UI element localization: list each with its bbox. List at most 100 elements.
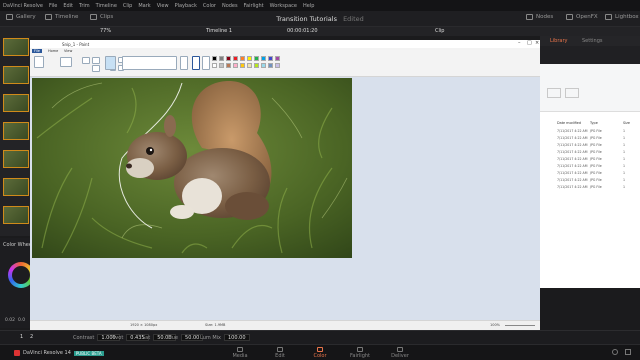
nodes-button[interactable]: Nodes <box>526 14 553 20</box>
column-size[interactable]: Size <box>623 121 630 125</box>
paint-tab-home[interactable]: Home <box>48 49 58 53</box>
menu-timeline[interactable]: Timeline <box>96 3 117 9</box>
palette-swatch[interactable] <box>226 56 231 61</box>
palette-swatch[interactable] <box>275 63 280 68</box>
page-tab-color[interactable]: Color <box>305 347 335 359</box>
palette-swatch[interactable] <box>254 56 259 61</box>
screen: DaVinci Resolve File Edit Trim Timeline … <box>0 0 640 360</box>
menu-playback[interactable]: Playback <box>175 3 197 9</box>
openfx-button[interactable]: OpenFX <box>566 14 598 20</box>
shapes-gallery[interactable] <box>122 56 177 70</box>
menu-clip[interactable]: Clip <box>123 3 132 9</box>
lummix-field[interactable]: 100.00 <box>224 334 250 341</box>
file-row[interactable]: 7/11/2017 4:22 AM JPG File 1 <box>557 129 637 135</box>
color1-swatch[interactable] <box>192 56 200 70</box>
clip-thumbnail[interactable] <box>3 94 29 112</box>
color2-swatch[interactable] <box>202 56 210 70</box>
file-row[interactable]: 7/11/2017 4:22 AM JPG File 1 <box>557 136 637 142</box>
file-row[interactable]: 7/11/2017 4:22 AM JPG File 1 <box>557 185 637 191</box>
lummix-label: Lum Mix <box>200 334 221 341</box>
menu-help[interactable]: Help <box>303 3 314 9</box>
file-type: JPG File <box>590 171 602 175</box>
file-row[interactable]: 7/11/2017 4:22 AM JPG File 1 <box>557 164 637 170</box>
squirrel-photo <box>32 78 352 258</box>
tab-settings[interactable]: Settings <box>582 38 603 44</box>
canvas-image-squirrel[interactable] <box>32 78 352 258</box>
home-icon[interactable] <box>612 349 618 355</box>
maximize-icon[interactable]: □ <box>527 40 532 46</box>
clip-thumbnail[interactable] <box>3 66 29 84</box>
resize-icon[interactable] <box>92 57 100 64</box>
palette-swatch[interactable] <box>240 56 245 61</box>
palette-swatch[interactable] <box>240 63 245 68</box>
palette-swatch[interactable] <box>275 56 280 61</box>
clip-thumbnail[interactable] <box>3 206 29 224</box>
palette-swatch[interactable] <box>212 56 217 61</box>
palette-swatch[interactable] <box>261 63 266 68</box>
paste-icon[interactable] <box>34 56 44 68</box>
select-icon[interactable] <box>60 57 72 67</box>
timeline-name[interactable]: Timeline 1 <box>206 28 232 34</box>
palette-swatch[interactable] <box>226 63 231 68</box>
rotate-icon[interactable] <box>92 65 100 72</box>
file-row[interactable]: 7/11/2017 4:22 AM JPG File 1 <box>557 150 637 156</box>
menu-workspace[interactable]: Workspace <box>270 3 297 9</box>
clip-dropdown[interactable]: Clip <box>435 28 444 34</box>
menu-file[interactable]: File <box>49 3 57 9</box>
menu-trim[interactable]: Trim <box>79 3 90 9</box>
close-icon[interactable]: × <box>535 40 539 46</box>
page-button-1[interactable]: 1 <box>20 334 23 340</box>
paint-file-menu[interactable]: File <box>32 49 42 53</box>
minimize-icon[interactable]: – <box>518 40 521 46</box>
page-tab-edit[interactable]: Edit <box>265 347 295 359</box>
crop-icon[interactable] <box>82 57 90 64</box>
palette-swatch[interactable] <box>247 56 252 61</box>
size-icon[interactable] <box>180 56 188 70</box>
menu-fairlight[interactable]: Fairlight <box>244 3 264 9</box>
palette-swatch[interactable] <box>261 56 266 61</box>
zoom-level[interactable]: 77% <box>100 28 111 34</box>
edited-label: Edited <box>343 15 364 23</box>
viewer-toolbar: 77% Timeline 1 00:00:01:20 Clip <box>0 27 640 36</box>
paint-tab-view[interactable]: View <box>64 49 72 53</box>
menu-color[interactable]: Color <box>203 3 216 9</box>
palette-swatch[interactable] <box>219 56 224 61</box>
ribbon-icon[interactable] <box>547 88 561 98</box>
tab-library[interactable]: Library <box>550 38 567 44</box>
menu-mark[interactable]: Mark <box>138 3 150 9</box>
palette-swatch[interactable] <box>233 63 238 68</box>
file-row[interactable]: 7/11/2017 4:22 AM JPG File 1 <box>557 143 637 149</box>
palette-swatch[interactable] <box>212 63 217 68</box>
brushes-icon[interactable] <box>105 56 116 70</box>
clip-thumbnail[interactable] <box>3 178 29 196</box>
page-tab-label: Deliver <box>391 353 409 359</box>
settings-icon[interactable] <box>625 349 631 355</box>
zoom-slider[interactable] <box>505 325 535 326</box>
palette-swatch[interactable] <box>247 63 252 68</box>
menu-edit[interactable]: Edit <box>63 3 73 9</box>
palette-swatch[interactable] <box>219 63 224 68</box>
clip-thumbnail[interactable] <box>3 38 29 56</box>
palette-swatch[interactable] <box>268 56 273 61</box>
file-size: 1 <box>623 164 626 168</box>
palette-swatch[interactable] <box>254 63 259 68</box>
lightbox-button[interactable]: Lightbox <box>605 14 639 20</box>
file-row[interactable]: 7/11/2017 4:22 AM JPG File 1 <box>557 157 637 163</box>
palette-swatch[interactable] <box>268 63 273 68</box>
palette-swatch[interactable] <box>233 56 238 61</box>
page-tab-deliver[interactable]: Deliver <box>385 347 415 359</box>
clip-thumbnail[interactable] <box>3 122 29 140</box>
file-type: JPG File <box>590 143 602 147</box>
menu-nodes[interactable]: Nodes <box>222 3 238 9</box>
file-row[interactable]: 7/11/2017 4:22 AM JPG File 1 <box>557 171 637 177</box>
ribbon-icon[interactable] <box>565 88 579 98</box>
column-type[interactable]: Type <box>590 121 623 125</box>
column-date[interactable]: Date modified <box>557 121 590 125</box>
menu-view[interactable]: View <box>157 3 169 9</box>
clip-thumbnail[interactable] <box>3 150 29 168</box>
page-tab-fairlight[interactable]: Fairlight <box>345 347 375 359</box>
page-tab-media[interactable]: Media <box>225 347 255 359</box>
page-button-2[interactable]: 2 <box>30 334 33 340</box>
file-row[interactable]: 7/11/2017 4:22 AM JPG File 1 <box>557 178 637 184</box>
paint-titlebar: Snip_1 - Paint – □ × <box>30 40 540 48</box>
